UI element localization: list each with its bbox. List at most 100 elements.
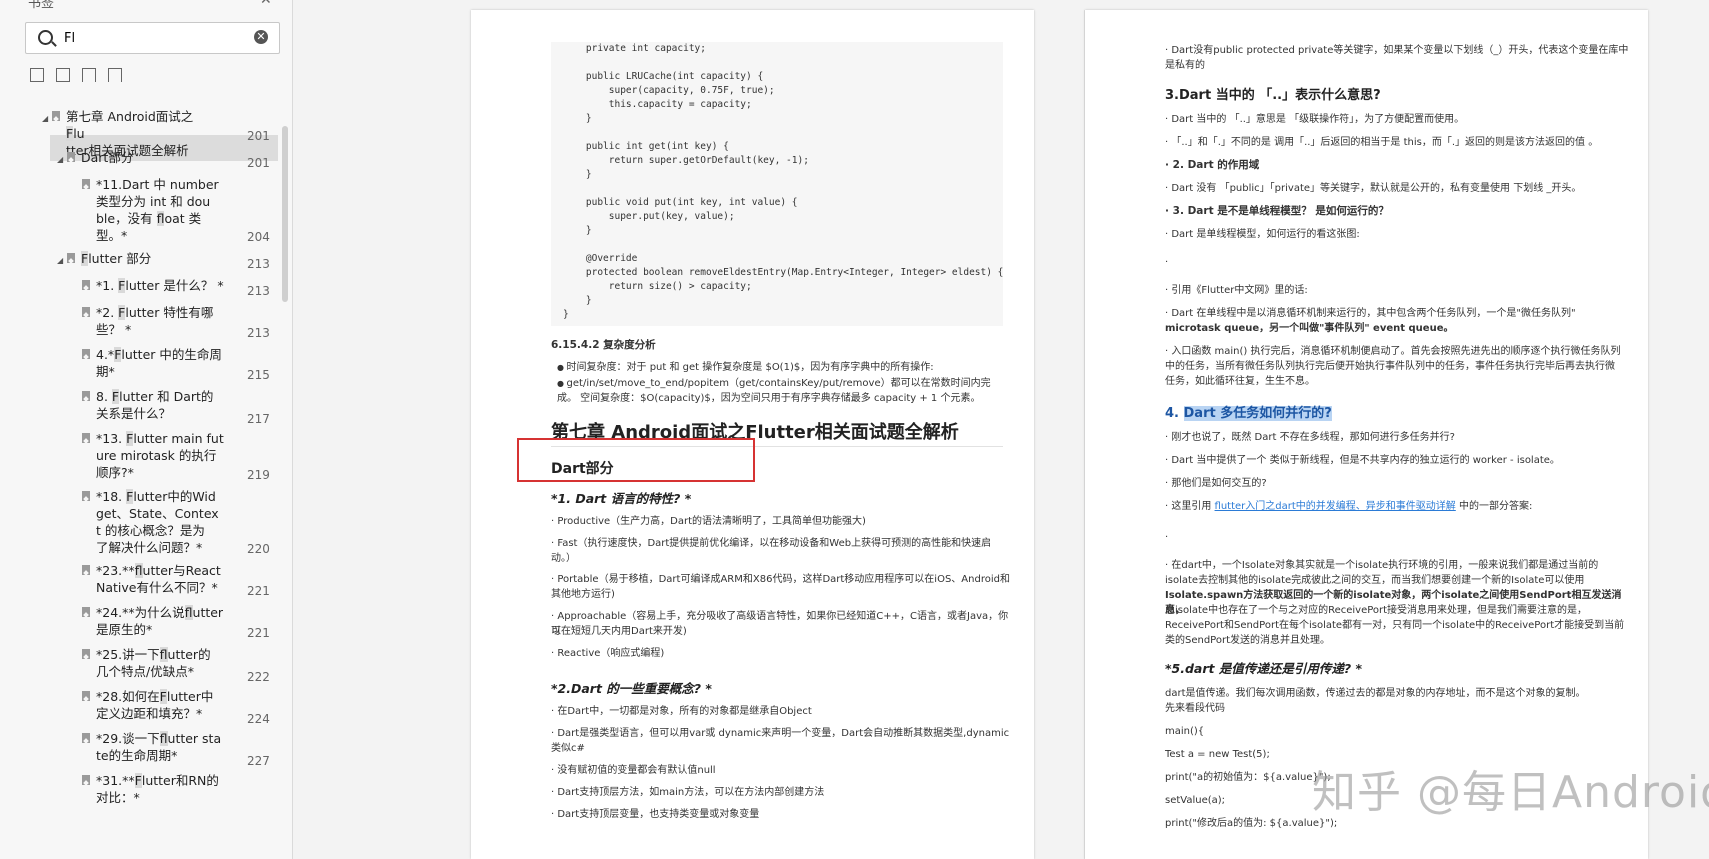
toc-item[interactable]: *29.谈一下flutter sta te的生命周期* 227 xyxy=(0,730,278,769)
toc-item[interactable]: *25.讲一下flutter的 几个特点/优缺点* 222 xyxy=(0,646,278,685)
paragraph: · 刚才也说了，既然 Dart 不存在多线程，那如何进行多任务并行? xyxy=(1165,432,1455,443)
toc-item-label: *11.Dart 中 number 类型分为 int 和 dou ble，没有 fl… xyxy=(96,177,219,243)
bookmark-icon xyxy=(82,491,90,501)
toc-item[interactable]: *31.**Flutter和RN的 对比：* xyxy=(0,772,278,806)
paragraph: · 那他们是如何交互的? xyxy=(1165,478,1267,489)
toc-page-number: 201 xyxy=(247,129,270,143)
bookmark-icon[interactable] xyxy=(108,68,122,82)
toc-page-number: 204 xyxy=(247,230,270,244)
toc-page-number: 221 xyxy=(247,584,270,598)
toc-item[interactable]: *13. Flutter main fut ure mirotask 的执行 顺序?… xyxy=(0,430,278,483)
toc-item[interactable]: *11.Dart 中 number 类型分为 int 和 dou ble，没有 fl… xyxy=(0,176,278,245)
expand-triangle-icon[interactable]: ◢ xyxy=(42,110,48,127)
toc-item-label: *23.**flutter与React Native有什么不同？* xyxy=(96,563,221,595)
paragraph: 中的任务，当所有微任务队列执行完后便开始执行事件队列中的任务，事件任务执行完毕后… xyxy=(1165,361,1615,372)
toc-page-number: 224 xyxy=(247,712,270,726)
toc-item-label: *28.如何在Flutter中 定义边距和填充？* xyxy=(96,689,214,721)
sidebar-title: 书签 xyxy=(28,0,55,11)
toc-item[interactable]: *2. Flutter 特性有哪 些？ * 213 xyxy=(0,304,278,341)
text-line: · 在Dart中，一切都是对象，所有的对象都是继承自Object xyxy=(551,706,812,717)
paragraph: · 入口函数 main() 执行完后，消息循环机制便启动了。首先会按照先进先出的… xyxy=(1165,346,1621,357)
bookmark-icon xyxy=(82,391,90,401)
bookmark-icon xyxy=(52,111,60,121)
question-heading-highlighted: 4. Dart 多任务如何并行的? xyxy=(1165,406,1332,421)
toc-item[interactable]: *28.如何在Flutter中 定义边距和填充？* 224 xyxy=(0,688,278,727)
toc-page-number: 213 xyxy=(247,326,270,340)
toc-item[interactable]: *24.**为什么说flutter 是原生的* 221 xyxy=(0,604,278,641)
toc-page-number: 213 xyxy=(247,284,270,298)
bookmark-icon xyxy=(82,179,90,189)
bullet-item: ● get/in/set/move_to_end/popitem（get/con… xyxy=(557,378,991,404)
text-line: isolate去控制其他的isolate完成彼此之间的交互，而当我们想要创建一个… xyxy=(1165,575,1585,586)
toc-item-label: 4.*Flutter 中的生命周 期* xyxy=(96,347,222,379)
subheading: · 2. Dart 的作用域 xyxy=(1165,159,1260,171)
text-line: · 没有赋初值的变量都会有默认值null xyxy=(551,765,716,776)
toc-page-number: 213 xyxy=(247,257,270,271)
document-page-right: · Dart没有public protected private等关键字，如果某… xyxy=(1085,10,1648,859)
code-block: private int capacity; public LRUCache(in… xyxy=(551,42,1003,326)
text-line: 类似c# xyxy=(551,743,585,754)
search-input[interactable] xyxy=(62,28,246,48)
bookmark-icon xyxy=(82,775,90,785)
toc-item[interactable]: 8. Flutter 和 Dart的 关系是什么？ 217 xyxy=(0,388,278,427)
close-icon[interactable]: ✕ xyxy=(260,0,272,8)
text-line: · Reactive（响应式编程) xyxy=(551,648,665,659)
bookmark-icon xyxy=(82,280,90,290)
toc-item-label: *31.**Flutter和RN的 对比：* xyxy=(96,773,219,805)
toc-page-number: 220 xyxy=(247,542,270,556)
search-icon xyxy=(38,30,53,45)
toc-page-number: 217 xyxy=(247,412,270,426)
toc-page-number: 227 xyxy=(247,754,270,768)
expand-triangle-icon[interactable]: ◢ xyxy=(57,151,63,168)
text-line: · 在dart中，一个Isolate对象其实就是一个isolate执行环境的引用… xyxy=(1165,560,1599,571)
text-line: · Dart支持顶层变量，也支持类变量或对象变量 xyxy=(551,809,760,820)
search-box[interactable]: ✕ xyxy=(25,22,280,54)
toc-item[interactable]: ◢ 第七章 Android面试之Flu tter相关面试题全解析 201 xyxy=(0,108,278,158)
toc-item[interactable]: ◢ Dart部分 201 xyxy=(0,149,278,171)
text-line: dart是值传递。我们每次调用函数，传递过去的都是对象的内存地址，而不是这个对象… xyxy=(1165,688,1586,699)
watermark: 知乎 @每日Android xyxy=(1312,767,1709,818)
text-line: · Fast（执行速度快，Dart提供提前优化编译，以在移动设备和Web上获得可… xyxy=(551,538,992,549)
toc-item-label: *25.讲一下flutter的 几个特点/优缺点* xyxy=(96,647,211,679)
paragraph: · Dart 当中提供了一个 类似于新线程，但是不共享内存的独立运行的 work… xyxy=(1165,455,1560,466)
bullet-item: ● 时间复杂度：对于 put 和 get 操作复杂度是 $O(1)$，因为有序字… xyxy=(557,362,934,373)
question-heading: 3.Dart 当中的 「..」表示什么意思? xyxy=(1165,88,1381,103)
bookmark-icon xyxy=(82,649,90,659)
bookmark-icon xyxy=(82,733,90,743)
sidebar-scrollbar[interactable] xyxy=(282,126,288,302)
bookmark-icon xyxy=(82,607,90,617)
toc-item-label: *13. Flutter main fut ure mirotask 的执行 顺序?… xyxy=(96,431,224,480)
toc-item-label: *24.**为什么说flutter 是原生的* xyxy=(96,605,224,637)
expand-triangle-icon[interactable]: ◢ xyxy=(57,252,63,269)
toc-item[interactable]: 4.*Flutter 中的生命周 期* 215 xyxy=(0,346,278,383)
text-line: 其他地方运行) xyxy=(551,589,615,600)
paragraph: · Dart 是单线程模型，如何运行的看这张图: xyxy=(1165,229,1360,240)
expand-all-icon[interactable] xyxy=(30,68,44,82)
subheading: · 3. Dart 是不是单线程模型？ 是如何运行的？ xyxy=(1165,205,1389,217)
reference-link[interactable]: flutter入门之dart中的并发编程、异步和事件驱动详解 xyxy=(1215,501,1456,512)
collapse-all-icon[interactable] xyxy=(56,68,70,82)
toc-page-number: 221 xyxy=(247,626,270,640)
text-line: main(){ xyxy=(1165,726,1205,737)
paragraph: 是私有的 xyxy=(1165,60,1205,71)
annotation-red-box xyxy=(517,438,755,482)
text-line: · Portable（易于移植，Dart可编译成ARM和X86代码，这样Dart… xyxy=(551,574,1010,585)
toc-item-label: 8. Flutter 和 Dart的 关系是什么？ xyxy=(96,389,214,421)
paragraph-with-link: · 这里引用 flutter入门之dart中的并发编程、异步和事件驱动详解 中的… xyxy=(1165,501,1533,512)
toc-item-label: *1. Flutter 是什么？ * xyxy=(96,278,224,293)
toc-item[interactable]: *18. Flutter中的Wid get、State、Contex t 的核心概念… xyxy=(0,488,278,557)
toc-item[interactable]: *1. Flutter 是什么？ * 213 xyxy=(0,277,278,299)
paragraph: · Dart 当中的 「..」意思是 「级联操作符」，为了方便配置而使用。 xyxy=(1165,114,1465,125)
image-placeholder: . xyxy=(1165,529,1169,540)
clear-search-icon[interactable]: ✕ xyxy=(254,30,268,44)
add-bookmark-icon[interactable] xyxy=(82,68,96,82)
toc-item[interactable]: ◢ Flutter 部分 213 xyxy=(0,250,278,272)
toc-item-label: *18. Flutter中的Wid get、State、Contex t 的核心概念… xyxy=(96,489,219,555)
bookmark-sidebar: 书签 ✕ ✕ ◢第七章 Android面试之Flutter相关面试题全解析201… xyxy=(0,0,293,859)
bookmark-icon xyxy=(67,152,75,162)
toc-item[interactable]: *23.**flutter与React Native有什么不同？* 221 xyxy=(0,562,278,599)
paragraph: · Dart 在单线程中是以消息循环机制来运行的，其中包含两个任务队列，一个是"… xyxy=(1165,308,1576,319)
toc-item-label: *29.谈一下flutter sta te的生命周期* xyxy=(96,731,222,763)
paragraph: · 引用《Flutter中文网》里的话: xyxy=(1165,285,1308,296)
text-line: 先来看段代码 xyxy=(1165,703,1225,714)
